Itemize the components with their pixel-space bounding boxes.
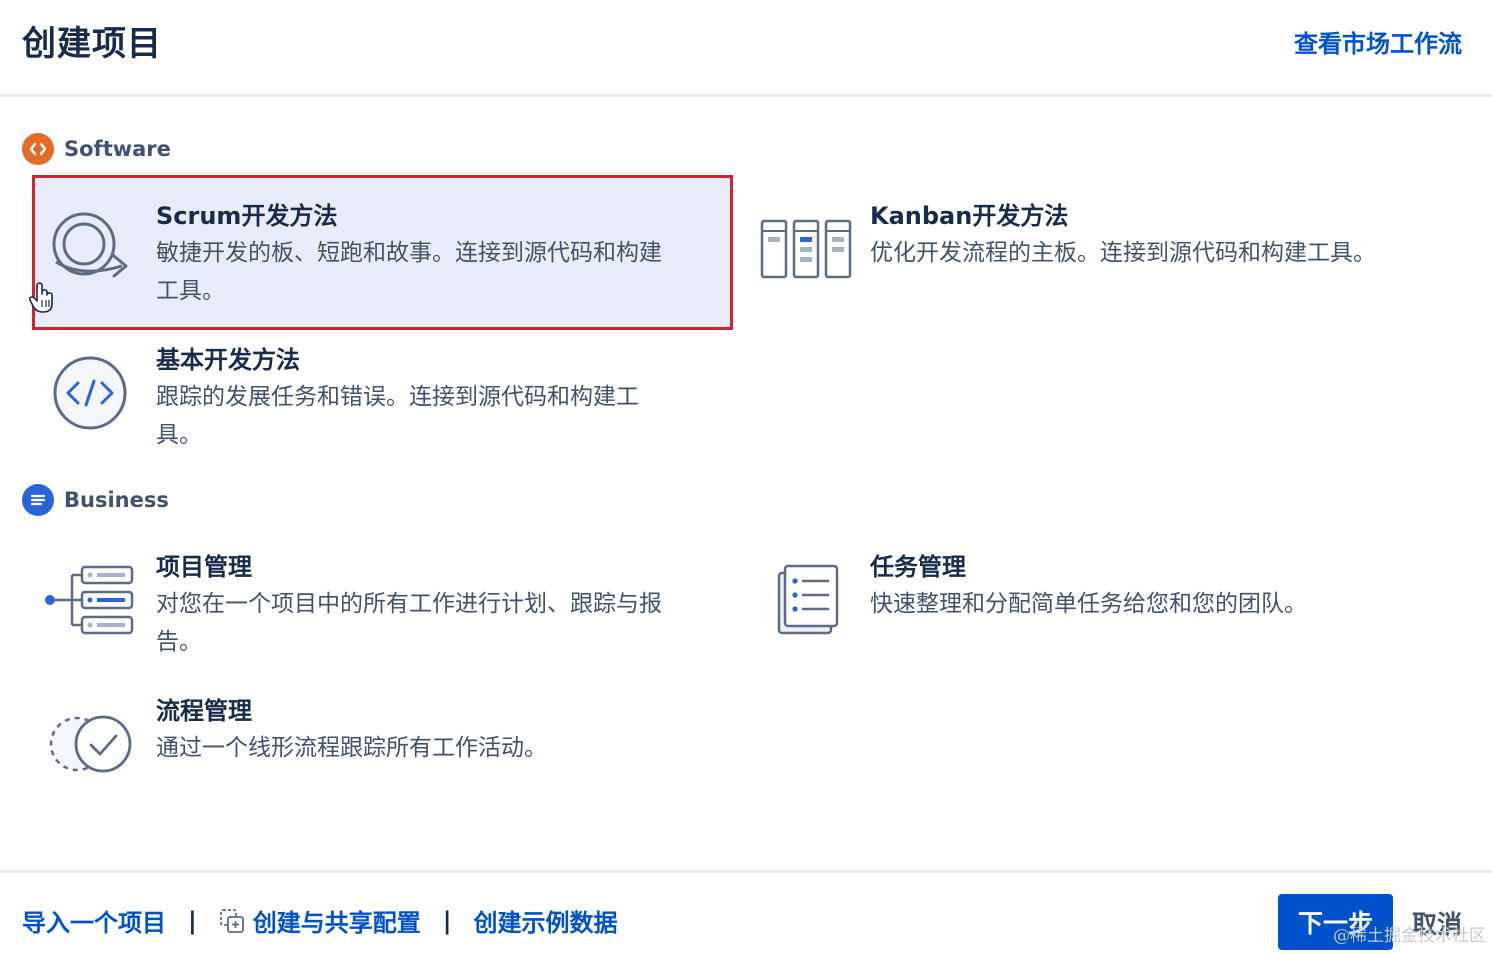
view-marketplace-workflows-link[interactable]: 查看市场工作流 — [1294, 24, 1462, 59]
card-scrum-desc-line1: 敏捷开发的板、短跑和故事。连接到源代码和构建 — [156, 240, 662, 266]
card-scrum[interactable]: Scrum开发方法 敏捷开发的板、短跑和故事。连接到源代码和构建 工具。 — [32, 175, 733, 330]
task-list-icon — [756, 550, 856, 650]
card-basic-dev-desc-line2: 具。 — [156, 422, 202, 448]
create-sample-data-link[interactable]: 创建示例数据 — [474, 903, 618, 938]
card-project-management[interactable]: 项目管理 对您在一个项目中的所有工作进行计划、跟踪与报 告。 — [40, 550, 730, 662]
card-project-management-title: 项目管理 — [156, 553, 252, 581]
watermark: @稀土掘金技术社区 — [1333, 926, 1486, 946]
card-task-management[interactable]: 任务管理 快速整理和分配简单任务给您和您的团队。 — [756, 550, 1456, 650]
footer-links: 导入一个项目 | 创建与共享配置 | 创建示例数据 — [22, 903, 618, 938]
card-kanban-title: Kanban开发方法 — [870, 202, 1069, 230]
project-tree-icon — [40, 550, 140, 650]
code-circle-icon — [40, 343, 140, 443]
card-process-management-desc: 通过一个线形流程跟踪所有工作活动。 — [156, 735, 547, 761]
dialog-footer: 导入一个项目 | 创建与共享配置 | 创建示例数据 下一步 取消 — [0, 870, 1492, 955]
create-share-config-link[interactable]: 创建与共享配置 — [219, 903, 421, 938]
card-scrum-title: Scrum开发方法 — [156, 202, 338, 230]
kanban-board-icon — [756, 199, 856, 299]
footer-separator: | — [442, 906, 452, 935]
footer-separator: | — [188, 906, 197, 935]
hand-pointer-cursor-icon — [28, 282, 56, 318]
dialog-header: 创建项目 查看市场工作流 — [0, 0, 1492, 97]
card-basic-dev[interactable]: 基本开发方法 跟踪的发展任务和错误。连接到源代码和构建工 具。 — [40, 343, 730, 455]
section-software-label: Software — [64, 137, 171, 161]
card-process-management-title: 流程管理 — [156, 697, 252, 725]
card-basic-dev-title: 基本开发方法 — [156, 346, 300, 374]
import-project-link[interactable]: 导入一个项目 — [22, 903, 166, 938]
list-lines-icon — [22, 484, 54, 516]
process-check-icon — [40, 694, 140, 794]
card-task-management-title: 任务管理 — [870, 553, 966, 581]
card-task-management-desc: 快速整理和分配简单任务给您和您的团队。 — [870, 591, 1307, 617]
code-brackets-icon — [22, 133, 54, 165]
section-business-label: Business — [64, 488, 169, 512]
copy-config-icon — [219, 908, 245, 934]
card-kanban-desc: 优化开发流程的主板。连接到源代码和构建工具。 — [870, 240, 1376, 266]
section-business-header: Business — [22, 484, 169, 516]
card-basic-dev-desc-line1: 跟踪的发展任务和错误。连接到源代码和构建工 — [156, 384, 639, 410]
card-scrum-desc-line2: 工具。 — [156, 278, 225, 304]
section-software-header: Software — [22, 133, 171, 165]
card-kanban[interactable]: Kanban开发方法 优化开发流程的主板。连接到源代码和构建工具。 — [756, 199, 1456, 309]
create-share-config-label: 创建与共享配置 — [252, 909, 421, 937]
card-process-management[interactable]: 流程管理 通过一个线形流程跟踪所有工作活动。 — [40, 694, 730, 784]
page-title: 创建项目 — [22, 24, 162, 64]
card-project-management-desc-line2: 告。 — [156, 629, 202, 655]
card-project-management-desc-line1: 对您在一个项目中的所有工作进行计划、跟踪与报 — [156, 591, 662, 617]
